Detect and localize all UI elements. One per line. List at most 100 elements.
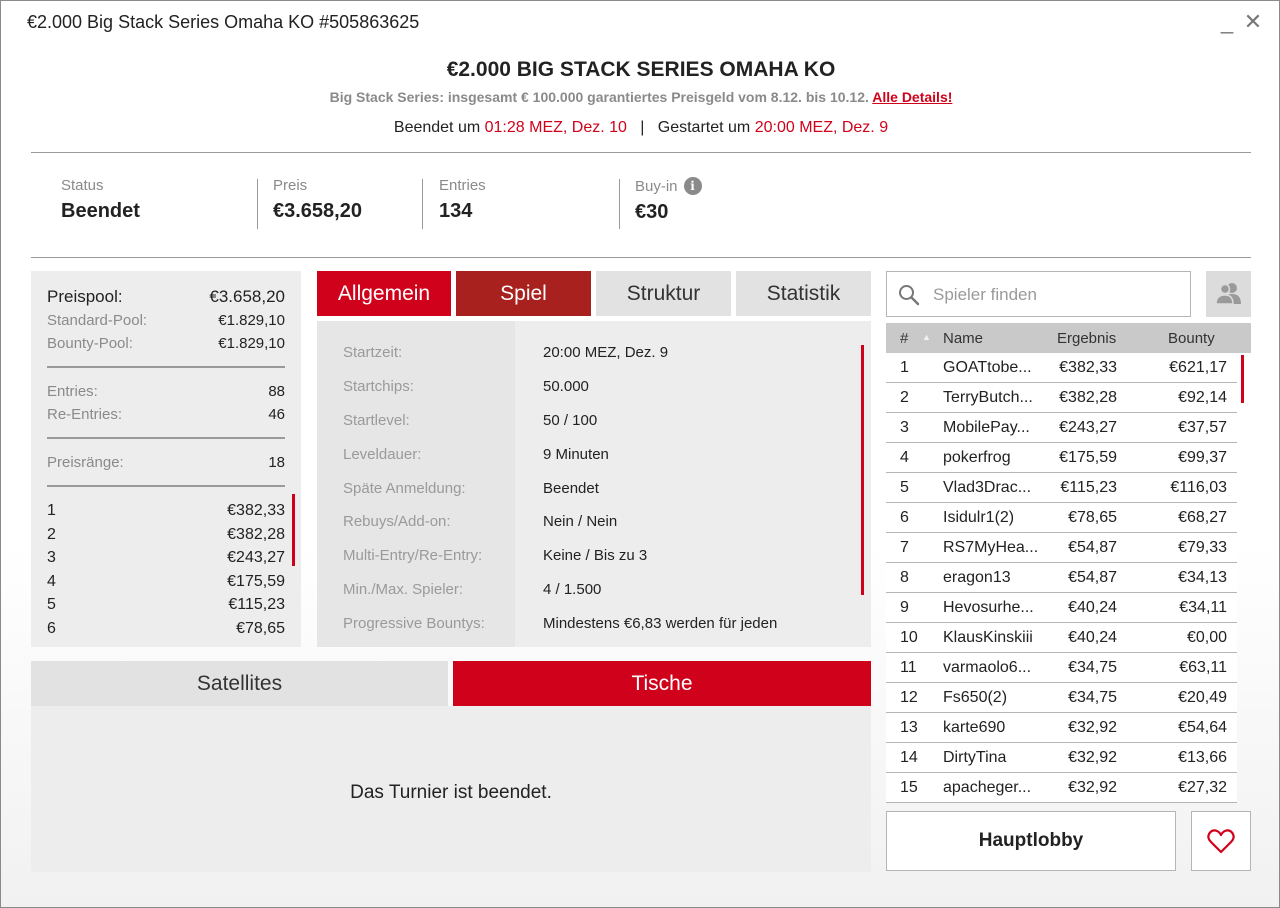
player-search[interactable] <box>886 271 1191 317</box>
info-separator <box>257 179 258 229</box>
player-row[interactable]: 5 Vlad3Drac... €115,23 €116,03 <box>886 473 1237 503</box>
status-block: Status Beendet <box>61 177 140 229</box>
detail-label: Multi-Entry/Re-Entry: <box>343 547 483 564</box>
tournament-times: Beendet um 01:28 MEZ, Dez. 10 | Gestarte… <box>1 119 1280 137</box>
player-result: €32,92 <box>1068 779 1117 796</box>
player-row[interactable]: 10 KlausKinskiii €40,24 €0,00 <box>886 623 1237 653</box>
player-row[interactable]: 9 Hevosurhe... €40,24 €34,11 <box>886 593 1237 623</box>
prize-pool-panel: Preispool: €3.658,20 Standard-Pool: €1.8… <box>31 271 301 647</box>
player-rank: 1 <box>900 359 909 376</box>
friends-button[interactable] <box>1206 271 1251 317</box>
main-lobby-button[interactable]: Hauptlobby <box>886 811 1176 871</box>
player-row[interactable]: 2 TerryButch... €382,28 €92,14 <box>886 383 1237 413</box>
prize-ranks-row: Preisränge: 18 <box>47 451 285 474</box>
player-row[interactable]: 4 pokerfrog €175,59 €99,37 <box>886 443 1237 473</box>
payout-value: €243,27 <box>227 549 285 566</box>
details-link[interactable]: Alle Details! <box>872 89 952 105</box>
tables-panel: Das Turnier ist beendet. <box>31 706 871 872</box>
detail-label: Startlevel: <box>343 412 410 429</box>
player-rank: 10 <box>900 629 918 646</box>
header-result[interactable]: Ergebnis <box>1057 330 1116 347</box>
player-rank: 11 <box>900 659 917 676</box>
tab-tables[interactable]: Tische <box>453 661 871 706</box>
bounty-pool-row: Bounty-Pool: €1.829,10 <box>47 332 285 355</box>
friends-icon <box>1215 283 1241 305</box>
player-bounty: €27,32 <box>1178 779 1227 796</box>
search-input[interactable] <box>933 282 1178 308</box>
player-result: €54,87 <box>1068 539 1117 556</box>
player-row[interactable]: 6 Isidulr1(2) €78,65 €68,27 <box>886 503 1237 533</box>
close-button[interactable]: ✕ <box>1241 9 1265 35</box>
tab-statistics[interactable]: Statistik <box>736 271 871 316</box>
header-name[interactable]: Name <box>943 330 1043 347</box>
player-name: Isidulr1(2) <box>943 509 1015 526</box>
player-row[interactable]: 15 apacheger... €32,92 €27,32 <box>886 773 1237 803</box>
sort-ascending-icon: ▲ <box>922 332 931 342</box>
detail-value: 20:00 MEZ, Dez. 9 <box>543 344 669 361</box>
tab-game[interactable]: Spiel <box>456 271 591 316</box>
detail-label: Startzeit: <box>343 344 403 361</box>
detail-value: Keine / Bis zu 3 <box>543 547 648 564</box>
payout-row: 2 €382,28 <box>47 523 285 547</box>
player-row[interactable]: 12 Fs650(2) €34,75 €20,49 <box>886 683 1237 713</box>
started-label: Gestartet um <box>657 119 751 136</box>
player-name: varmaolo6... <box>943 659 1032 676</box>
header-divider <box>31 152 1251 153</box>
player-bounty: €34,13 <box>1178 569 1227 586</box>
bounty-pool-value: €1.829,10 <box>218 335 285 352</box>
payout-row: 3 €243,27 <box>47 546 285 570</box>
pool-divider <box>47 366 285 368</box>
tab-satellites[interactable]: Satellites <box>31 661 448 706</box>
minimize-button[interactable]: _ <box>1215 9 1239 35</box>
player-row[interactable]: 8 eragon13 €54,87 €34,13 <box>886 563 1237 593</box>
player-row[interactable]: 14 DirtyTina €32,92 €13,66 <box>886 743 1237 773</box>
player-row[interactable]: 1 GOATtobe... €382,33 €621,17 <box>886 353 1237 383</box>
pool-divider <box>47 485 285 487</box>
tab-general[interactable]: Allgemein <box>317 271 451 316</box>
player-name: apacheger... <box>943 779 1032 796</box>
favorite-button[interactable] <box>1191 811 1251 871</box>
player-name: RS7MyHea... <box>943 539 1039 556</box>
payout-rank: 3 <box>47 549 56 566</box>
player-result: €115,23 <box>1060 479 1117 496</box>
player-row[interactable]: 13 karte690 €32,92 €54,64 <box>886 713 1237 743</box>
player-name: GOATtobe... <box>943 359 1032 376</box>
entries-row: Entries: 88 <box>47 380 285 403</box>
payout-row: 5 €115,23 <box>47 593 285 617</box>
heart-icon <box>1207 829 1235 854</box>
player-row[interactable]: 11 varmaolo6... €34,75 €63,11 <box>886 653 1237 683</box>
payout-rank: 6 <box>47 619 56 637</box>
player-bounty: €68,27 <box>1178 509 1227 526</box>
player-result: €243,27 <box>1059 419 1117 436</box>
tournament-ended-message: Das Turnier ist beendet. <box>350 782 552 803</box>
prize-value: €3.658,20 <box>273 200 362 222</box>
player-name: eragon13 <box>943 569 1011 586</box>
tournament-window: €2.000 Big Stack Series Omaha KO #505863… <box>0 0 1280 908</box>
standard-pool-label: Standard-Pool: <box>47 312 148 329</box>
prizepool-value: €3.658,20 <box>209 287 285 306</box>
player-result: €382,33 <box>1059 359 1117 376</box>
tab-structure[interactable]: Struktur <box>596 271 731 316</box>
player-result: €40,24 <box>1068 599 1117 616</box>
info-icon[interactable]: i <box>683 177 702 195</box>
bounty-pool-label: Bounty-Pool: <box>47 335 133 352</box>
payout-value: €115,23 <box>228 596 285 613</box>
ended-value: 01:28 MEZ, Dez. 10 <box>484 119 627 136</box>
header-bounty[interactable]: Bounty <box>1168 330 1215 347</box>
player-scrollbar[interactable] <box>1241 355 1244 403</box>
player-bounty: €34,11 <box>1179 599 1227 616</box>
detail-value: Mindestens €6,83 werden für jeden <box>543 615 778 632</box>
player-result: €32,92 <box>1068 719 1117 736</box>
details-scrollbar[interactable] <box>861 345 864 595</box>
reentries-value: 46 <box>268 406 285 423</box>
player-row[interactable]: 7 RS7MyHea... €54,87 €79,33 <box>886 533 1237 563</box>
player-row[interactable]: 3 MobilePay... €243,27 €37,57 <box>886 413 1237 443</box>
detail-value: 4 / 1.500 <box>543 581 602 598</box>
payout-scrollbar[interactable] <box>292 494 295 566</box>
detail-value: 50.000 <box>543 378 589 395</box>
series-subtitle-text: Big Stack Series: insgesamt € 100.000 ga… <box>329 89 869 105</box>
player-table-header: # ▲ Name Ergebnis Bounty <box>886 323 1251 353</box>
search-icon <box>899 285 920 306</box>
player-result: €54,87 <box>1068 569 1117 586</box>
header-rank[interactable]: # <box>900 330 908 347</box>
